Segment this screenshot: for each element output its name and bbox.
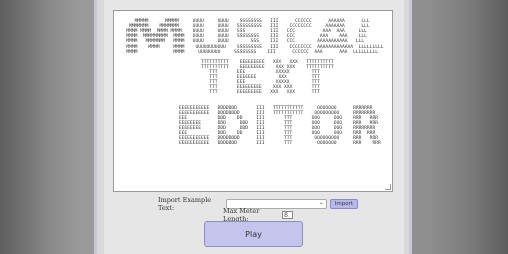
ascii-text-area[interactable]: MMMMM MMMMM UUUU UUUU SSSSSSSS III CCCCC… xyxy=(113,10,393,192)
chevron-down-icon: ⌄ xyxy=(318,199,324,206)
play-button[interactable]: Play xyxy=(204,221,303,247)
resize-grip-icon[interactable] xyxy=(385,184,391,190)
import-label: Import Example Text: xyxy=(158,196,212,212)
import-button[interactable]: Import xyxy=(329,199,358,209)
ascii-art-text: MMMMM MMMMM UUUU UUUU SSSSSSSS III CCCCC… xyxy=(126,19,384,147)
max-meter-length-input[interactable]: 8 xyxy=(282,211,293,219)
meter-row: Max Meter Length: 8 xyxy=(223,207,293,223)
